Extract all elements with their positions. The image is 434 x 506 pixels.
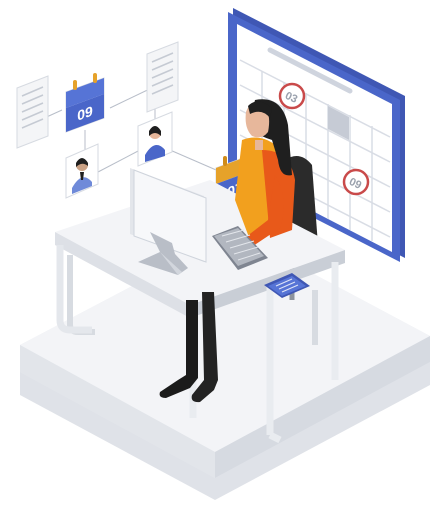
calendar-icon: 09 — [65, 73, 105, 133]
user-icon — [137, 111, 173, 167]
circled-date-09: 09 — [342, 168, 370, 196]
document-icon — [16, 75, 49, 149]
user-icon — [65, 143, 99, 199]
isometric-scheduling-illustration: 03 09 09 07 — [16, 8, 430, 500]
document-icon — [146, 41, 179, 113]
circled-date-03: 03 — [278, 82, 306, 110]
